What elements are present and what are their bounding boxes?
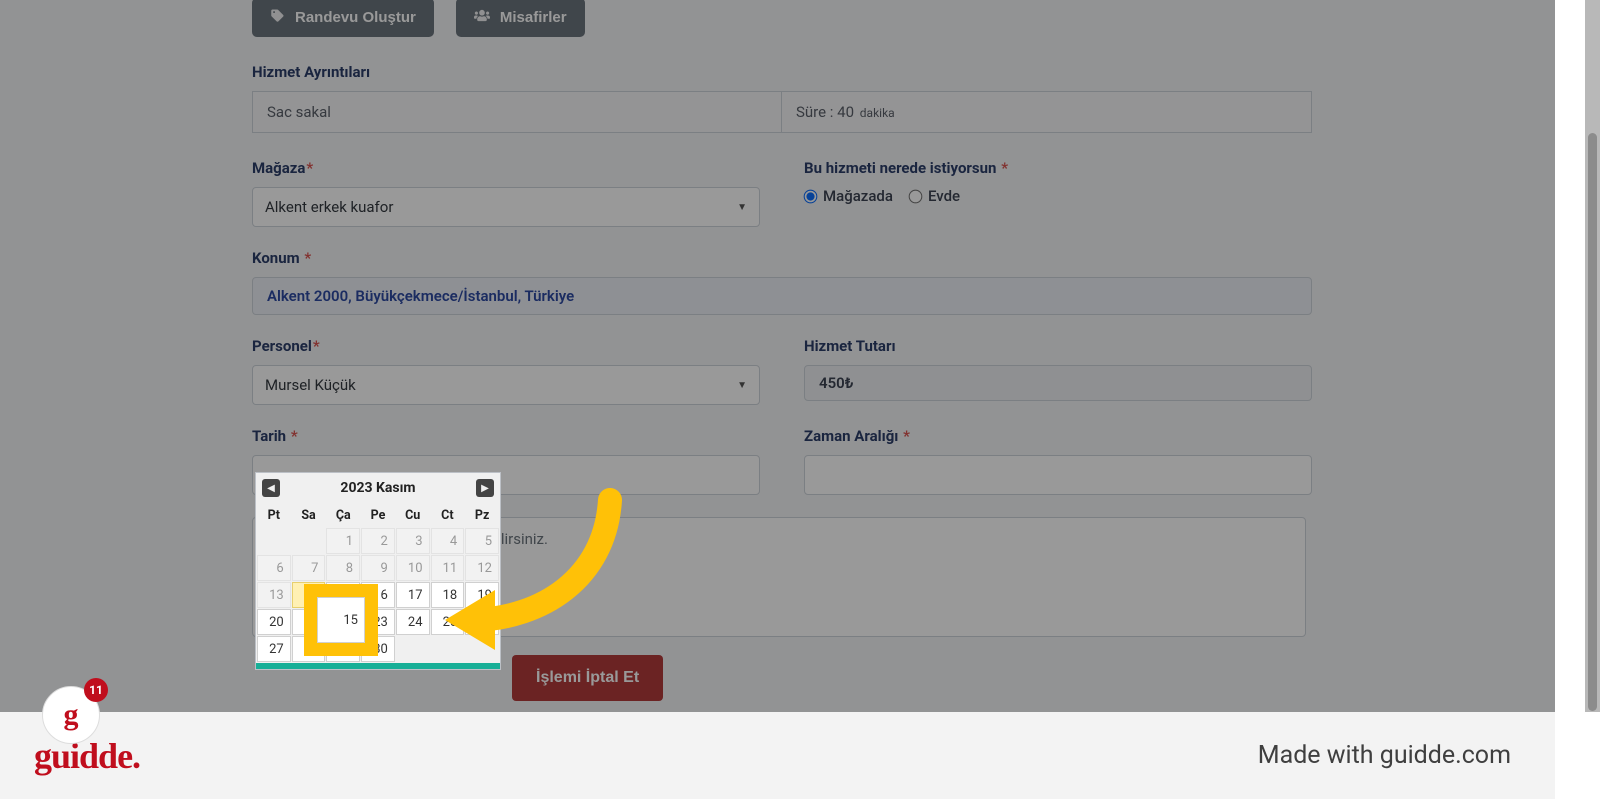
toolbar: Randevu Oluştur Misafirler <box>252 0 1312 37</box>
where-radio-group: Mağazada Evde <box>804 187 1312 205</box>
datepicker-day-cell[interactable]: 20 <box>257 609 291 635</box>
datepicker-day-cell[interactable]: 29 <box>326 636 360 662</box>
store-label: Mağaza* <box>252 159 760 177</box>
location-input[interactable]: Alkent 2000, Büyükçekmece/İstanbul, Türk… <box>252 277 1312 315</box>
users-icon <box>474 8 490 27</box>
datepicker-table: PtSaÇaPeCuCtPz 1234567891011121314151617… <box>256 503 500 663</box>
guests-label: Misafirler <box>500 9 567 26</box>
duration-label: Süre : <box>796 103 833 121</box>
service-duration: Süre : 40 dakika <box>782 91 1312 133</box>
location-label: Konum * <box>252 249 1312 267</box>
amount-label: Hizmet Tutarı <box>804 337 1312 355</box>
datepicker-day-cell: 4 <box>431 528 465 554</box>
datepicker-day-cell[interactable]: 21 <box>292 609 326 635</box>
datepicker-day-cell <box>396 636 430 662</box>
datepicker-day-cell[interactable]: 15 <box>326 582 360 608</box>
datepicker-day-cell: 9 <box>361 555 395 581</box>
datepicker-day-header: Sa <box>292 504 326 527</box>
datepicker-day-cell[interactable]: 28 <box>292 636 326 662</box>
location-field: Konum * Alkent 2000, Büyükçekmece/İstanb… <box>252 249 1312 315</box>
radio-in-store[interactable]: Mağazada <box>804 187 893 205</box>
scrollbar[interactable] <box>1585 0 1600 712</box>
datepicker-day-cell[interactable]: 23 <box>361 609 395 635</box>
datepicker-day-cell: 2 <box>361 528 395 554</box>
datepicker-day-header: Pe <box>361 504 395 527</box>
datepicker-day-cell: 13 <box>257 582 291 608</box>
staff-label: Personel* <box>252 337 760 355</box>
datepicker-day-cell[interactable]: 24 <box>396 609 430 635</box>
service-details-row: Sac sakal Süre : 40 dakika <box>252 91 1312 133</box>
datepicker-day-header: Cu <box>396 504 430 527</box>
datepicker-day-cell[interactable]: 26 <box>465 609 499 635</box>
datepicker-day-cell: 11 <box>431 555 465 581</box>
staff-value: Mursel Küçük <box>265 376 356 394</box>
datepicker-day-header: Pz <box>465 504 499 527</box>
datepicker-day-header: Pt <box>257 504 291 527</box>
datepicker-day-cell[interactable]: 18 <box>431 582 465 608</box>
datepicker-day-cell: 1 <box>326 528 360 554</box>
amount-value: 450₺ <box>804 365 1312 401</box>
datepicker-day-cell: 5 <box>465 528 499 554</box>
cancel-button[interactable]: İşlemi İptal Et <box>512 655 663 701</box>
datepicker-day-cell[interactable]: 14 <box>292 582 326 608</box>
datepicker-day-cell <box>292 528 326 554</box>
chevron-down-icon: ▼ <box>737 202 747 213</box>
service-heading: Hizmet Ayrıntıları <box>252 63 1312 81</box>
datepicker-prev-button[interactable]: ◀ <box>262 479 280 497</box>
datepicker-day-cell[interactable]: 27 <box>257 636 291 662</box>
timerange-label: Zaman Aralığı * <box>804 427 1312 445</box>
datepicker-day-header: Ça <box>326 504 360 527</box>
create-appointment-label: Randevu Oluştur <box>295 9 416 26</box>
staff-select[interactable]: Mursel Küçük ▼ <box>252 365 760 405</box>
datepicker-day-cell: 6 <box>257 555 291 581</box>
where-label: Bu hizmeti nerede istiyorsun * <box>804 159 1312 177</box>
datepicker-day-cell <box>257 528 291 554</box>
guidde-fab[interactable]: g 11 <box>42 684 102 744</box>
datepicker-day-cell: 10 <box>396 555 430 581</box>
duration-value: 40 <box>837 103 854 121</box>
store-field: Mağaza* Alkent erkek kuafor ▼ <box>252 159 760 227</box>
datepicker-accent-bar <box>256 663 500 669</box>
datepicker-day-cell[interactable]: 16 <box>361 582 395 608</box>
service-name: Sac sakal <box>252 91 782 133</box>
datepicker-day-cell[interactable]: 30 <box>361 636 395 662</box>
datepicker-day-cell: 3 <box>396 528 430 554</box>
staff-field: Personel* Mursel Küçük ▼ <box>252 337 760 405</box>
datepicker-day-cell[interactable]: 17 <box>396 582 430 608</box>
datepicker: ◀ 2023 Kasım ▶ PtSaÇaPeCuCtPz 1234567891… <box>255 472 501 670</box>
datepicker-day-header: Ct <box>431 504 465 527</box>
app-body: Randevu Oluştur Misafirler Hizmet Ayrınt… <box>0 0 1555 712</box>
duration-unit: dakika <box>860 106 895 120</box>
footer-made-with: Made with guidde.com <box>1258 741 1511 770</box>
radio-at-home[interactable]: Evde <box>909 187 960 205</box>
guests-button[interactable]: Misafirler <box>456 0 585 37</box>
datepicker-day-cell[interactable]: 25 <box>431 609 465 635</box>
datepicker-title: 2023 Kasım <box>340 480 415 496</box>
datepicker-day-cell <box>465 636 499 662</box>
timerange-input[interactable] <box>804 455 1312 495</box>
datepicker-day-cell: 8 <box>326 555 360 581</box>
store-select[interactable]: Alkent erkek kuafor ▼ <box>252 187 760 227</box>
store-value: Alkent erkek kuafor <box>265 198 393 216</box>
datepicker-day-cell: 7 <box>292 555 326 581</box>
chevron-down-icon: ▼ <box>737 380 747 391</box>
guidde-fab-count: 11 <box>84 678 108 702</box>
tag-icon <box>270 8 285 27</box>
datepicker-day-cell: 12 <box>465 555 499 581</box>
datepicker-day-cell <box>431 636 465 662</box>
where-field: Bu hizmeti nerede istiyorsun * Mağazada … <box>804 159 1312 205</box>
scrollbar-thumb[interactable] <box>1588 133 1597 711</box>
timerange-field: Zaman Aralığı * <box>804 427 1312 495</box>
footer: guidde. Made with guidde.com <box>0 712 1555 799</box>
datepicker-next-button[interactable]: ▶ <box>476 479 494 497</box>
datepicker-day-cell[interactable]: 22 <box>326 609 360 635</box>
guidde-g-icon: g <box>64 698 79 732</box>
create-appointment-button[interactable]: Randevu Oluştur <box>252 0 434 37</box>
datepicker-day-cell[interactable]: 19 <box>465 582 499 608</box>
amount-field: Hizmet Tutarı 450₺ <box>804 337 1312 401</box>
date-label: Tarih * <box>252 427 760 445</box>
